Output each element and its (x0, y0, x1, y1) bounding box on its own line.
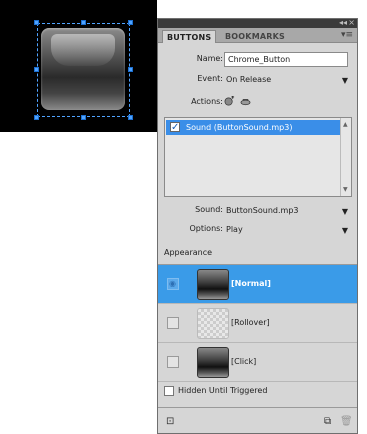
selection-outline (37, 23, 130, 117)
convert-to-button-icon[interactable]: ⊡ (166, 416, 174, 427)
sound-dropdown[interactable]: ButtonSound.mp3 ▼ (224, 203, 350, 218)
event-value: On Release (226, 75, 272, 84)
panel-menu-icon[interactable]: ▾≡ (341, 30, 353, 40)
resize-handle-top-right[interactable] (128, 20, 133, 25)
resize-handle-top[interactable] (81, 20, 86, 25)
actions-row: Actions: (158, 95, 357, 111)
trash-icon[interactable]: 🗑 (340, 416, 353, 427)
sound-row: Sound: ButtonSound.mp3 ▼ (158, 203, 357, 219)
list-item[interactable]: Sound (ButtonSound.mp3) (166, 120, 340, 135)
resize-handle-bottom-right[interactable] (128, 115, 133, 120)
chevron-down-icon: ▼ (341, 76, 348, 85)
selected-button-object[interactable] (34, 20, 133, 120)
state-thumbnail (197, 269, 229, 300)
actions-list-scrollbar[interactable]: ▲ ▼ (340, 118, 351, 196)
options-row: Options: Play ▼ (158, 222, 357, 238)
state-name: [Click] (231, 357, 257, 366)
state-row-click[interactable]: [Click] (158, 343, 357, 382)
state-row-normal[interactable]: ◉ [Normal] (158, 265, 357, 304)
add-action-icon[interactable] (224, 96, 235, 107)
delete-action-icon[interactable] (240, 96, 251, 107)
appearance-states: ◉ [Normal] [Rollover] [Click] (158, 264, 357, 382)
event-dropdown[interactable]: On Release ▼ (224, 72, 350, 87)
name-field[interactable]: Chrome_Button (224, 52, 348, 67)
options-dropdown[interactable]: Play ▼ (224, 222, 350, 237)
chevron-down-icon: ▼ (341, 226, 348, 235)
scroll-down-icon[interactable]: ▼ (343, 186, 348, 193)
state-visibility-toggle[interactable] (167, 356, 179, 368)
state-visibility-toggle[interactable]: ◉ (167, 278, 179, 290)
action-enabled-checkbox[interactable] (170, 120, 180, 135)
tab-bookmarks[interactable]: BOOKMARKS (221, 30, 289, 43)
scroll-up-icon[interactable]: ▲ (343, 121, 348, 128)
action-icons (224, 96, 251, 107)
resize-handle-bottom-left[interactable] (34, 115, 39, 120)
actions-label: Actions: (191, 97, 223, 106)
state-row-rollover[interactable]: [Rollover] (158, 304, 357, 343)
chevron-down-icon: ▼ (341, 207, 348, 216)
state-thumbnail-empty (197, 308, 229, 339)
action-item-label: Sound (ButtonSound.mp3) (186, 123, 293, 132)
event-row: Event: On Release ▼ (158, 72, 357, 88)
hidden-until-triggered-checkbox[interactable] (164, 386, 174, 396)
state-name: [Rollover] (231, 318, 270, 327)
panel-tabbar: BUTTONS BOOKMARKS ▾≡ (158, 28, 357, 43)
event-label: Event: (197, 74, 223, 83)
sound-value: ButtonSound.mp3 (226, 206, 299, 215)
state-visibility-toggle[interactable] (167, 317, 179, 329)
resize-handle-right[interactable] (128, 67, 133, 72)
state-thumbnail (197, 347, 229, 378)
collapse-panel-icon[interactable]: ◂◂ (339, 18, 347, 28)
new-state-icon[interactable]: ⧉ (324, 416, 331, 427)
tab-buttons[interactable]: BUTTONS (162, 30, 217, 43)
hidden-until-triggered-label: Hidden Until Triggered (178, 386, 268, 395)
close-panel-icon[interactable]: × (348, 18, 355, 28)
options-label: Options: (189, 224, 223, 233)
name-row: Name: Chrome_Button (158, 52, 357, 68)
appearance-label: Appearance (164, 248, 213, 257)
panel-footer: ⊡ ⧉ 🗑 (158, 407, 357, 433)
name-label: Name: (196, 54, 223, 63)
resize-handle-left[interactable] (34, 67, 39, 72)
eye-icon: ◉ (169, 279, 176, 288)
resize-handle-top-left[interactable] (34, 20, 39, 25)
actions-list[interactable]: Sound (ButtonSound.mp3) ▲ ▼ (164, 117, 352, 197)
panel-titlebar[interactable]: ◂◂ × (158, 18, 357, 28)
options-value: Play (226, 225, 243, 234)
sound-label: Sound: (195, 205, 223, 214)
resize-handle-bottom[interactable] (81, 115, 86, 120)
state-name: [Normal] (231, 279, 271, 288)
buttons-panel: ◂◂ × BUTTONS BOOKMARKS ▾≡ Name: Chrome_B… (157, 18, 358, 434)
